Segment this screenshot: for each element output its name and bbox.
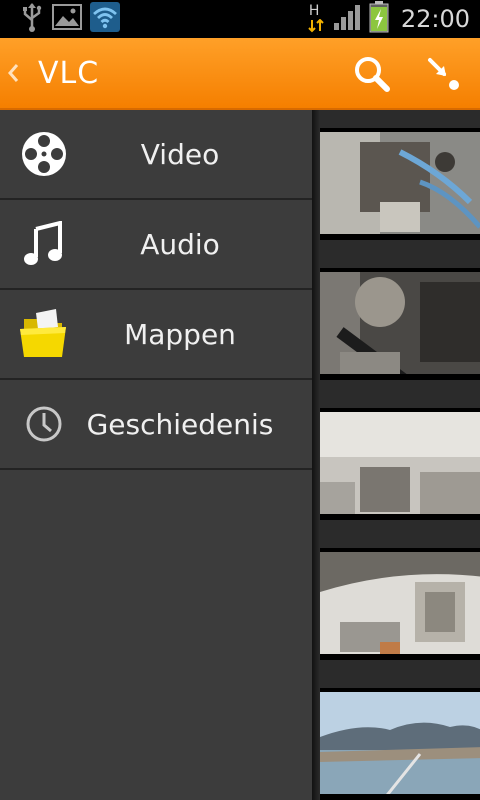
search-icon xyxy=(355,57,390,92)
usb-icon xyxy=(20,2,44,36)
menu-item-history[interactable]: Geschiedenis xyxy=(0,380,312,470)
coastline-thumb xyxy=(320,692,480,794)
app-title[interactable]: VLC xyxy=(38,56,99,91)
image-notification-icon xyxy=(52,4,82,34)
signal-icon xyxy=(333,3,363,35)
video-list xyxy=(312,110,480,800)
search-button[interactable] xyxy=(336,38,408,110)
music-note-icon xyxy=(16,200,72,288)
video-thumbnail[interactable] xyxy=(320,128,480,240)
data-activity-icon xyxy=(308,19,324,33)
video-thumbnail[interactable] xyxy=(320,268,480,380)
engine-thumb-1 xyxy=(320,132,480,234)
direct-play-icon xyxy=(428,58,459,90)
folder-icon xyxy=(16,290,72,378)
clock-time: 22:00 xyxy=(400,5,470,33)
video-thumbnail[interactable] xyxy=(320,548,480,660)
direct-play-button[interactable] xyxy=(408,38,480,110)
side-menu: Video Audio Mappen Geschiedenis xyxy=(0,110,312,800)
video-thumbnail[interactable] xyxy=(320,408,480,520)
menu-item-folders[interactable]: Mappen xyxy=(0,290,312,380)
chevron-left-icon xyxy=(8,64,19,82)
network-type-label: H xyxy=(308,3,320,19)
battery-charging-icon xyxy=(369,1,389,37)
network-type-indicator: H xyxy=(307,3,327,35)
video-thumbnail[interactable] xyxy=(320,688,480,800)
engine-thumb-4 xyxy=(320,552,480,654)
engine-thumb-3 xyxy=(320,412,480,514)
action-bar: VLC xyxy=(0,38,480,110)
menu-item-video[interactable]: Video xyxy=(0,110,312,200)
menu-item-audio[interactable]: Audio xyxy=(0,200,312,290)
film-reel-icon xyxy=(16,110,72,198)
engine-thumb-2 xyxy=(320,272,480,374)
status-bar: H 22:00 xyxy=(0,0,480,38)
menu-shadow xyxy=(312,110,320,800)
wifi-icon xyxy=(90,2,120,36)
back-button[interactable] xyxy=(0,37,26,109)
clock-icon xyxy=(16,380,72,468)
